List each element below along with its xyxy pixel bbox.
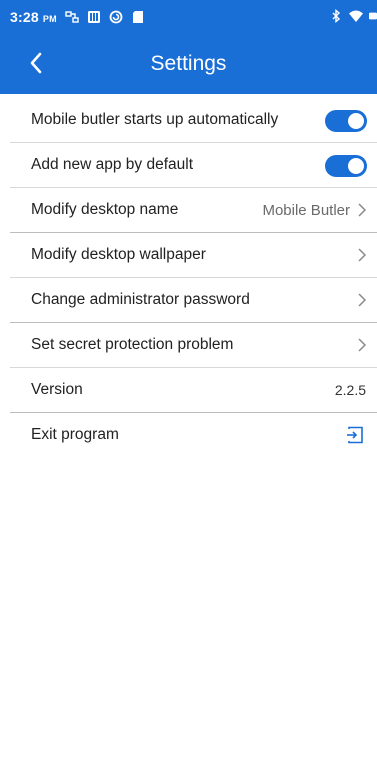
- add-new-app-toggle[interactable]: [325, 155, 367, 177]
- admin-password-row[interactable]: Change administrator password: [10, 278, 377, 323]
- wallpaper-label: Modify desktop wallpaper: [31, 246, 206, 263]
- add-new-app-label: Add new app by default: [31, 156, 194, 173]
- exit-label: Exit program: [31, 426, 119, 443]
- app-bar: Settings: [0, 34, 377, 94]
- chevron-right-icon: [358, 203, 367, 217]
- exit-icon[interactable]: [345, 425, 365, 445]
- sd-card-icon: [132, 11, 143, 23]
- status-meridiem: PM: [42, 14, 57, 24]
- desktop-name-label: Modify desktop name: [31, 201, 179, 218]
- secret-problem-row[interactable]: Set secret protection problem: [10, 323, 377, 368]
- toggle-knob: [348, 158, 364, 174]
- status-left: 3:28 PM: [10, 9, 145, 25]
- chevron-right-icon: [358, 293, 367, 307]
- version-value: 2.2.5: [334, 382, 366, 398]
- status-time-value: 3:28: [10, 9, 39, 25]
- exit-row[interactable]: Exit program: [10, 413, 377, 458]
- secret-problem-label: Set secret protection problem: [31, 336, 234, 353]
- admin-password-label: Change administrator password: [31, 291, 250, 308]
- desktop-name-row[interactable]: Modify desktop name Mobile Butler: [10, 188, 377, 233]
- wallpaper-row[interactable]: Modify desktop wallpaper: [10, 233, 377, 278]
- chevron-right-icon: [358, 248, 367, 262]
- battery-icon: [369, 12, 377, 20]
- empty-content-area: [10, 457, 377, 769]
- status-bar: 3:28 PM: [0, 0, 377, 34]
- version-row: Version 2.2.5: [10, 368, 377, 413]
- desktop-name-value: Mobile Butler: [262, 201, 350, 219]
- version-label: Version: [31, 381, 83, 398]
- wifi-icon: [349, 10, 363, 22]
- add-new-app-row[interactable]: Add new app by default: [10, 143, 377, 188]
- autostart-toggle[interactable]: [325, 110, 367, 132]
- autostart-label: Mobile butler starts up automatically: [31, 111, 279, 128]
- bluetooth-icon: [332, 9, 341, 23]
- sync-icon: [109, 10, 123, 24]
- status-right: [329, 9, 377, 23]
- autostart-row[interactable]: Mobile butler starts up automatically: [10, 98, 377, 143]
- keyboard-icon: [87, 11, 100, 23]
- settings-list: Mobile butler starts up automatically Ad…: [10, 98, 377, 458]
- status-time: 3:28 PM: [10, 9, 57, 25]
- chevron-right-icon: [358, 338, 367, 352]
- transfer-icon: [65, 11, 79, 23]
- page-title: Settings: [150, 52, 227, 75]
- toggle-knob: [348, 113, 364, 129]
